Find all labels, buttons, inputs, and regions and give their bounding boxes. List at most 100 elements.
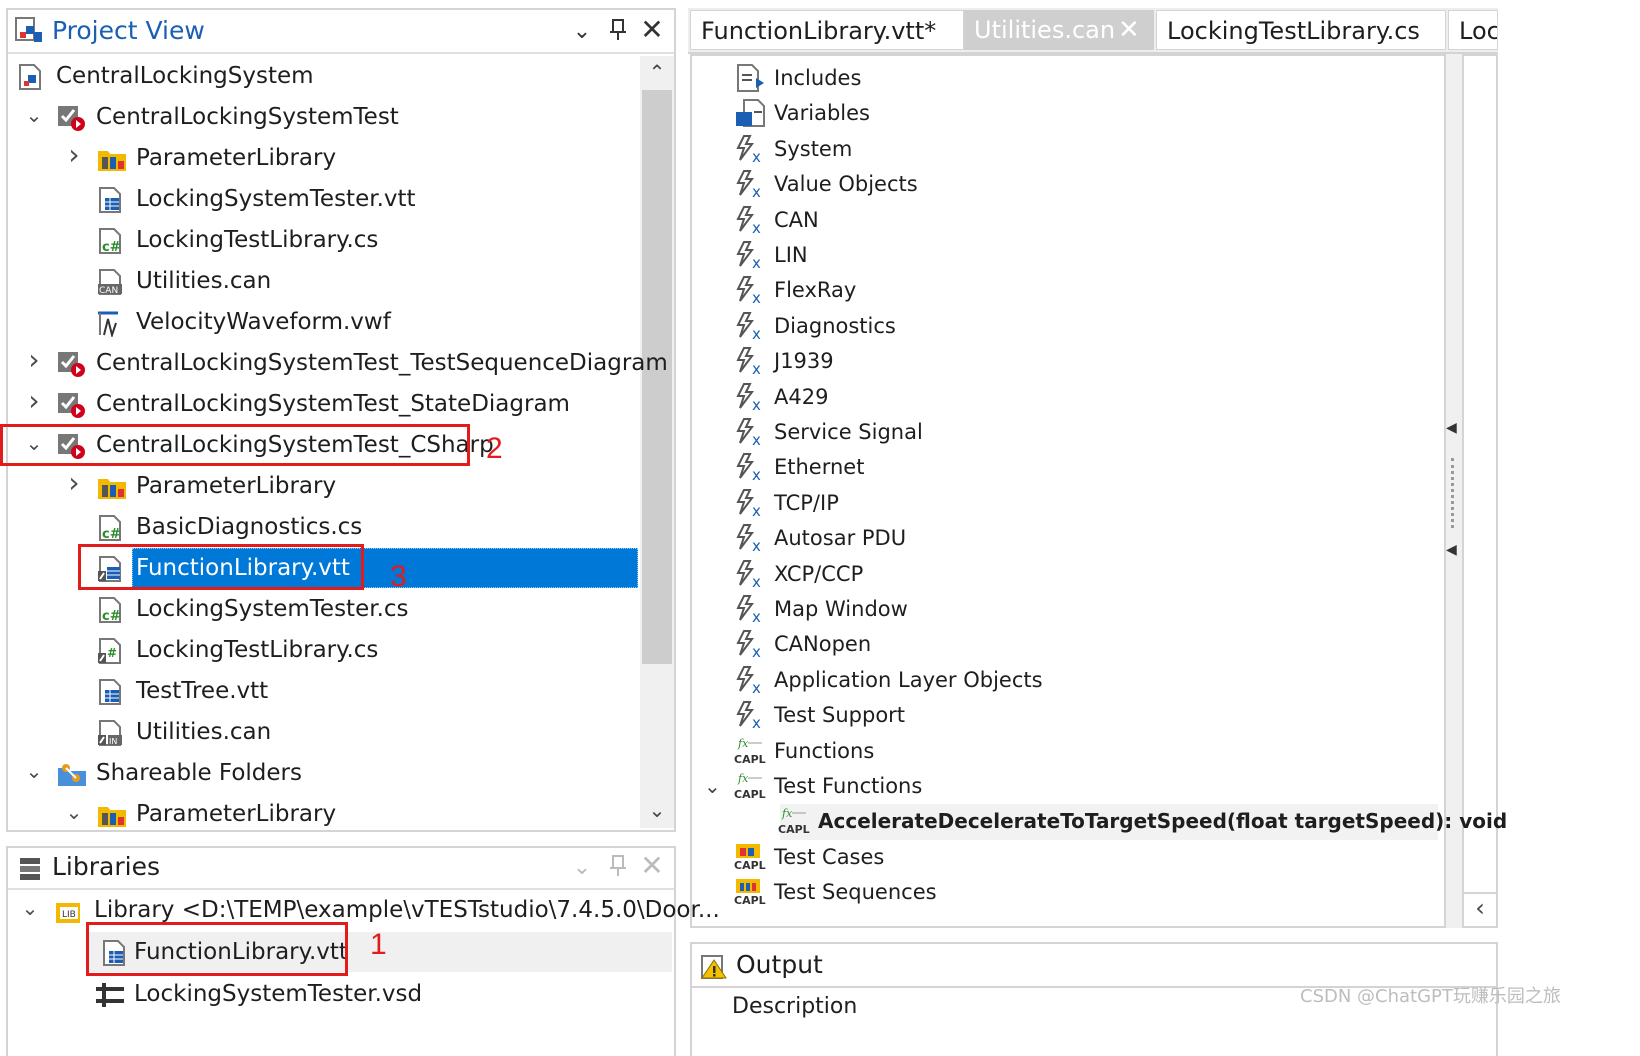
svg-text:x: x [752,573,761,589]
editor-item[interactable]: x LIN [0,237,1440,273]
editor-item-label: Functions [774,738,875,763]
svg-text:CAPL: CAPL [734,894,766,907]
editor-item[interactable]: ⌄ fx CAPL Test Functions [0,768,1440,804]
project-view-title: Project View [52,16,205,45]
annotation-box-1 [86,922,348,976]
svg-text:CAPL: CAPL [778,823,810,836]
svg-text:fx: fx [737,737,749,750]
editor-item[interactable]: x Diagnostics [0,308,1440,344]
function-x-icon: x [734,629,768,661]
editor-item[interactable]: fx CAPL Functions [0,733,1440,769]
tab-utilities-active[interactable]: Utilities.can ✕ [964,10,1154,50]
output-header: Output [700,948,1480,984]
editor-item[interactable]: x Autosar PDU [0,520,1440,556]
svg-text:CAPL: CAPL [734,859,766,872]
svg-text:CAPL: CAPL [734,753,766,766]
tab-lockingtestlibrary[interactable]: LockingTestLibrary.cs [1156,10,1446,50]
editor-item[interactable]: x Test Support [0,697,1440,733]
svg-text:x: x [752,183,761,199]
output-title: Output [736,950,823,979]
project-view-icon [14,16,46,46]
svg-text:x: x [752,679,761,695]
editor-item[interactable]: x CANopen [0,626,1440,662]
editor-item[interactable]: CAPL Test Cases [0,839,1440,875]
editor-item-label: Variables [774,101,870,126]
chevron-down-icon[interactable]: ⌄ [570,20,594,44]
tab-loc[interactable]: Loc [1448,10,1498,50]
capl-sequence-icon: CAPL [734,877,768,907]
editor-item-label: A429 [774,384,829,409]
editor-item[interactable]: Variables [0,95,1440,131]
splitter-grip[interactable] [1451,458,1458,528]
svg-text:x: x [752,219,761,235]
editor-item-label: Autosar PDU [774,526,907,551]
editor-item-label: System [774,136,853,161]
function-x-icon: x [734,559,768,591]
function-x-icon: x [734,452,768,484]
editor-item[interactable]: Includes [0,60,1440,96]
editor-item[interactable]: x FlexRay [0,272,1440,308]
svg-text:x: x [752,148,761,164]
editor-item[interactable]: x Service Signal [0,414,1440,450]
editor-item[interactable]: x CAN [0,202,1440,238]
svg-text:x: x [752,254,761,270]
svg-text:x: x [752,360,761,376]
function-x-icon: x [734,134,768,166]
editor-item-label: CANopen [774,632,872,657]
function-x-icon: x [734,700,768,732]
pin-icon[interactable] [606,18,630,42]
function-x-icon: x [734,488,768,520]
editor-item-label: Includes [774,66,862,90]
function-x-icon: x [734,523,768,555]
vsd-file-icon [94,981,124,1009]
chevron-down-icon[interactable]: ⌄ [704,768,721,804]
editor-item[interactable]: x System [0,131,1440,167]
editor-item-label: TCP/IP [774,490,839,515]
editor-item-label: Test Sequences [774,880,937,905]
svg-text:x: x [752,643,761,659]
editor-item[interactable]: x Map Window [0,591,1440,627]
svg-text:fx: fx [737,772,749,785]
right-splitter[interactable]: ◀ ◀ [1446,54,1462,928]
svg-text:x: x [752,289,761,305]
svg-text:x: x [752,714,761,730]
function-x-icon: x [734,594,768,626]
library-item-lockingsystemtester[interactable]: LockingSystemTester.vsd [14,974,670,1014]
close-icon[interactable]: ✕ [640,16,664,44]
capl-testcase-icon: CAPL [734,842,768,872]
collapse-left-icon[interactable]: ◀ [1446,420,1462,440]
editor-item[interactable]: x TCP/IP [0,485,1440,521]
editor-item[interactable]: x J1939 [0,343,1440,379]
close-tab-icon[interactable]: ✕ [1118,10,1140,50]
svg-text:fx: fx [781,807,793,820]
editor-item[interactable]: x Value Objects [0,166,1440,202]
editor-item[interactable]: x Ethernet [0,449,1440,485]
collapse-left-icon[interactable]: ◀ [1446,542,1462,562]
editor-item-label: Ethernet [774,455,865,480]
side-panel-chevron-left-icon[interactable]: ‹ [1464,892,1496,928]
annotation-number-1: 1 [370,928,387,961]
editor-item-label: Test Cases [774,844,885,869]
project-view-header: Project View ⌄ ✕ [14,14,670,48]
editor-item[interactable]: x A429 [0,379,1440,415]
editor-item-label: LIN [774,243,808,267]
capl-function-icon: fx CAPL [734,736,768,766]
editor-item-label: XCP/CCP [774,561,864,586]
function-x-icon: x [734,311,768,343]
svg-text:x: x [752,537,761,553]
editor-item-label: FlexRay [774,278,857,303]
editor-item[interactable]: CAPL Test Sequences [0,874,1440,910]
editor-item[interactable]: x XCP/CCP [0,556,1440,592]
tab-functionlibrary[interactable]: FunctionLibrary.vtt* [690,10,964,50]
capl-function-icon: fx CAPL [778,806,812,836]
editor-item-label: Value Objects [774,172,918,197]
editor-item[interactable]: x Application Layer Objects [0,662,1440,698]
editor-item-label: AccelerateDecelerateToTargetSpeed(float … [818,809,1508,834]
editor-item[interactable]: fx CAPL AccelerateDecelerateToTargetSpeed(… [0,803,1507,839]
editor-item-label: Test Support [774,703,906,728]
svg-text:LIB: LIB [62,910,76,920]
svg-text:CAPL: CAPL [734,788,766,801]
svg-text:x: x [752,431,761,447]
watermark: CSDN @ChatGPT玩赚乐园之旅 [1300,986,1561,1007]
warning-icon [700,952,728,980]
